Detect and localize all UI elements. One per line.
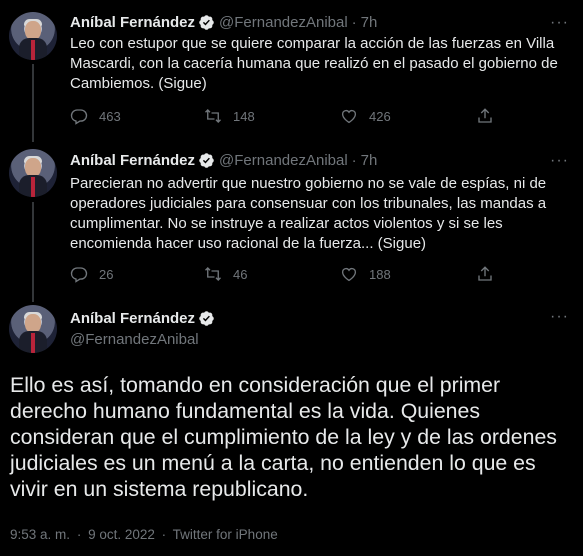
avatar[interactable]	[9, 305, 57, 353]
thread-tweet-1[interactable]: Aníbal Fernández @FernandezAnibal · 7h ·…	[0, 0, 583, 142]
retweet-button[interactable]: 46	[204, 265, 247, 283]
more-icon[interactable]: ···	[550, 152, 569, 170]
verified-badge-icon	[198, 14, 215, 31]
tweet-header: Aníbal Fernández @FernandezAnibal · 7h	[70, 152, 377, 169]
like-icon	[341, 267, 357, 282]
more-icon[interactable]: ···	[550, 14, 569, 32]
tweet-meta: 9:53 a. m. · 9 oct. 2022 · Twitter for i…	[10, 527, 278, 542]
separator-dot: ·	[351, 14, 357, 31]
tweet-text: Parecieran no advertir que nuestro gobie…	[70, 175, 547, 252]
retweet-count: 148	[233, 108, 255, 124]
main-tweet-text: Ello es así, tomando en consideración qu…	[10, 373, 557, 501]
separator-dot: ·	[161, 527, 167, 542]
author-handle[interactable]: @FernandezAnibal	[219, 152, 348, 169]
share-button[interactable]	[476, 107, 505, 125]
verified-badge-icon	[198, 310, 215, 327]
like-count: 188	[369, 266, 391, 282]
tweet-header: Aníbal Fernández	[70, 310, 219, 327]
retweet-icon	[205, 267, 221, 281]
like-icon	[341, 109, 357, 124]
tweet-source[interactable]: Twitter for iPhone	[173, 527, 278, 542]
separator-dot: ·	[351, 152, 357, 169]
share-icon	[478, 108, 492, 123]
tweet-header: Aníbal Fernández @FernandezAnibal · 7h	[70, 14, 377, 31]
thread-connector-line	[32, 202, 34, 302]
author-name[interactable]: Aníbal Fernández	[70, 310, 195, 327]
reply-button[interactable]: 463	[70, 107, 121, 125]
avatar[interactable]	[9, 149, 57, 197]
tweet-time[interactable]: 7h	[361, 14, 378, 31]
separator-dot: ·	[76, 527, 82, 542]
avatar[interactable]	[9, 12, 57, 60]
author-handle[interactable]: @FernandezAnibal	[219, 14, 348, 31]
reply-count: 463	[99, 108, 121, 124]
author-handle[interactable]: @FernandezAnibal	[70, 331, 199, 348]
like-button[interactable]: 426	[340, 107, 391, 125]
verified-badge-icon	[198, 152, 215, 169]
thread-connector-line	[32, 64, 34, 142]
author-name[interactable]: Aníbal Fernández	[70, 152, 195, 169]
tweet-timestamp[interactable]: 9:53 a. m.	[10, 527, 70, 542]
retweet-icon	[205, 109, 221, 123]
more-icon[interactable]: ···	[550, 308, 569, 326]
share-icon	[478, 266, 492, 281]
retweet-button[interactable]: 148	[204, 107, 255, 125]
like-count: 426	[369, 108, 391, 124]
tweet-text: Leo con estupor que se quiere comparar l…	[70, 35, 558, 92]
tweet-time[interactable]: 7h	[361, 152, 378, 169]
reply-icon	[70, 109, 88, 125]
share-button[interactable]	[476, 265, 505, 283]
reply-button[interactable]: 26	[70, 265, 113, 283]
reply-icon	[70, 267, 88, 283]
tweet-date[interactable]: 9 oct. 2022	[88, 527, 155, 542]
like-button[interactable]: 188	[340, 265, 391, 283]
author-name[interactable]: Aníbal Fernández	[70, 14, 195, 31]
retweet-count: 46	[233, 266, 248, 282]
reply-count: 26	[99, 266, 114, 282]
thread-tweet-2[interactable]: Aníbal Fernández @FernandezAnibal · 7h ·…	[0, 138, 583, 302]
